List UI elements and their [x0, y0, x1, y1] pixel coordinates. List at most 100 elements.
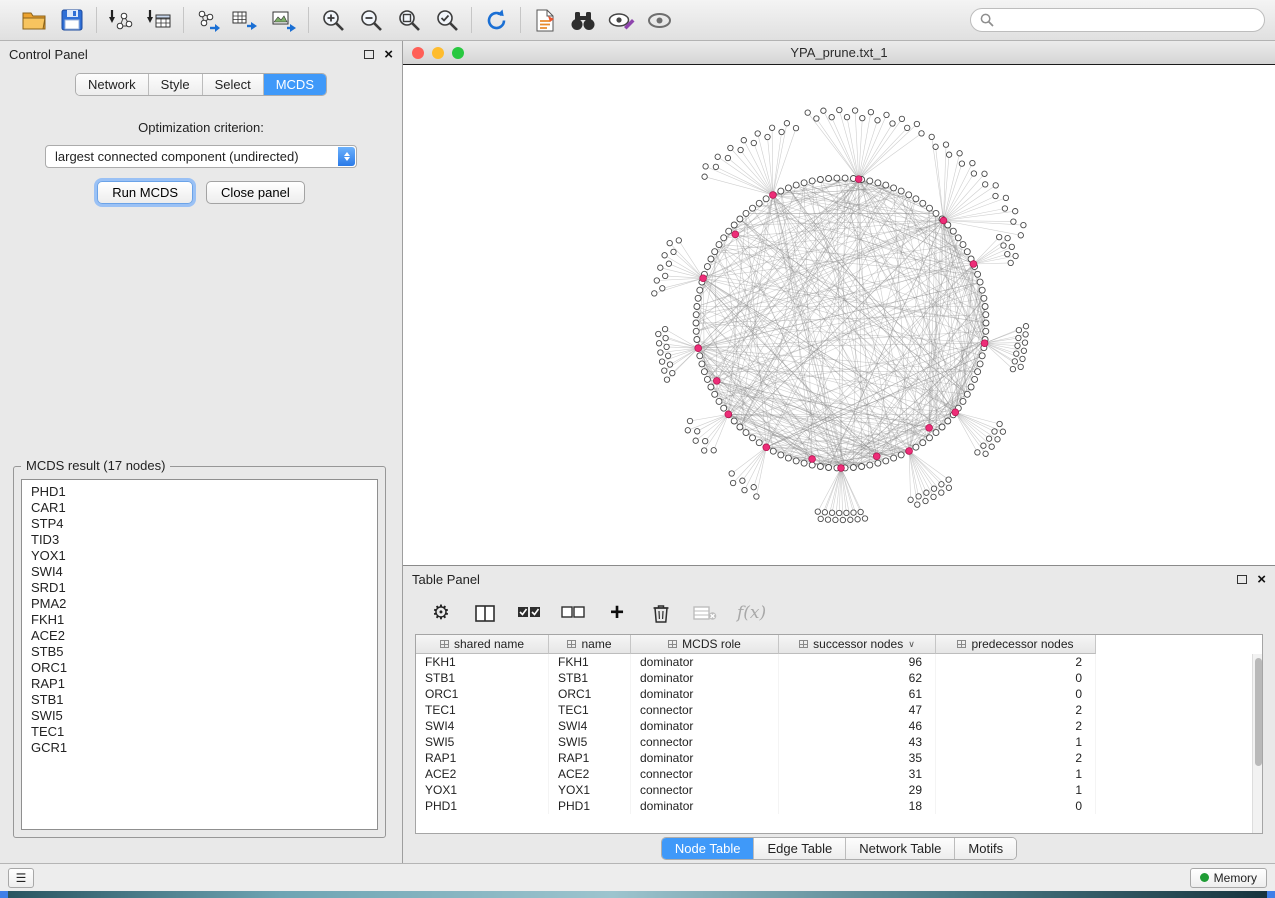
tab-mcds[interactable]: MCDS	[264, 74, 326, 95]
table-row[interactable]: SWI4SWI4dominator462	[416, 718, 1262, 734]
table-cell: SWI4	[416, 718, 549, 734]
zoom-in-icon[interactable]	[318, 5, 348, 35]
select-all-columns-icon[interactable]	[517, 599, 541, 627]
mcds-result-list[interactable]: PHD1CAR1STP4TID3YOX1SWI4SRD1PMA2FKH1ACE2…	[21, 479, 378, 830]
zoom-selected-icon[interactable]	[432, 5, 462, 35]
mcds-list-item[interactable]: STP4	[22, 516, 377, 532]
tab-edge-table[interactable]: Edge Table	[754, 838, 846, 859]
new-network-icon[interactable]	[193, 5, 223, 35]
tab-select[interactable]: Select	[203, 74, 264, 95]
visual-style-eye-icon[interactable]	[606, 5, 636, 35]
function-builder-icon[interactable]: f(x)	[737, 599, 766, 627]
table-vertical-scrollbar[interactable]	[1252, 654, 1262, 833]
table-row[interactable]: ACE2ACE2connector311	[416, 766, 1262, 782]
memory-button[interactable]: Memory	[1190, 868, 1267, 888]
network-canvas[interactable]	[403, 65, 1275, 565]
table-row[interactable]: PHD1PHD1dominator180	[416, 798, 1262, 814]
column-header-name[interactable]: name	[549, 635, 631, 654]
mcds-list-item[interactable]: CAR1	[22, 500, 377, 516]
close-panel-button[interactable]: Close panel	[206, 181, 305, 204]
table-cell: connector	[631, 782, 779, 798]
zoom-group	[309, 5, 471, 35]
table-cell: connector	[631, 734, 779, 750]
deselect-all-columns-icon[interactable]	[561, 599, 585, 627]
column-header-successor-nodes[interactable]: successor nodes∨	[779, 635, 936, 654]
application-window: Control Panel × NetworkStyleSelectMCDS O…	[0, 0, 1275, 898]
network-group	[184, 5, 308, 35]
table-cell: PHD1	[416, 798, 549, 814]
float-table-panel-icon[interactable]	[1237, 575, 1247, 584]
mcds-list-item[interactable]: SRD1	[22, 580, 377, 596]
close-window-icon[interactable]	[412, 47, 424, 59]
mcds-list-item[interactable]: TEC1	[22, 724, 377, 740]
table-body: FKH1FKH1dominator962STB1STB1dominator620…	[416, 654, 1262, 814]
mcds-list-item[interactable]: PMA2	[22, 596, 377, 612]
task-history-button[interactable]: ☰	[8, 868, 34, 888]
column-header-shared-name[interactable]: shared name	[416, 635, 549, 654]
close-table-panel-icon[interactable]: ×	[1257, 572, 1266, 587]
find-binoculars-icon[interactable]	[568, 5, 598, 35]
tab-motifs[interactable]: Motifs	[955, 838, 1016, 859]
delete-column-icon[interactable]	[649, 599, 673, 627]
float-panel-icon[interactable]	[364, 50, 374, 59]
column-header-MCDS-role[interactable]: MCDS role	[631, 635, 779, 654]
table-row[interactable]: YOX1YOX1connector291	[416, 782, 1262, 798]
mcds-list-item[interactable]: YOX1	[22, 548, 377, 564]
table-header-row: shared namenameMCDS rolesuccessor nodes∨…	[416, 635, 1262, 654]
tab-node-table[interactable]: Node Table	[662, 838, 755, 859]
mcds-list-item[interactable]: ACE2	[22, 628, 377, 644]
tab-network[interactable]: Network	[76, 74, 149, 95]
table-cell: dominator	[631, 686, 779, 702]
save-session-icon[interactable]	[57, 5, 87, 35]
table-row[interactable]: RAP1RAP1dominator352	[416, 750, 1262, 766]
table-cell: FKH1	[416, 654, 549, 670]
eye-icon[interactable]	[644, 5, 674, 35]
network-from-table-icon[interactable]	[231, 5, 261, 35]
minimize-window-icon[interactable]	[432, 47, 444, 59]
mcds-list-item[interactable]: RAP1	[22, 676, 377, 692]
mcds-list-item[interactable]: SWI5	[22, 708, 377, 724]
table-cell: ORC1	[416, 686, 549, 702]
import-table-icon[interactable]	[144, 5, 174, 35]
delete-table-icon-disabled[interactable]	[693, 599, 717, 627]
mcds-list-item[interactable]: STB1	[22, 692, 377, 708]
mcds-list-item[interactable]: STB5	[22, 644, 377, 660]
close-panel-icon[interactable]: ×	[384, 47, 393, 62]
optimization-dropdown-value: largest connected component (undirected)	[55, 149, 299, 164]
table-cell: 35	[779, 750, 936, 766]
run-mcds-button[interactable]: Run MCDS	[97, 181, 193, 204]
mcds-list-item[interactable]: FKH1	[22, 612, 377, 628]
show-columns-icon[interactable]	[473, 599, 497, 627]
create-column-icon[interactable]: +	[605, 599, 629, 627]
table-cell: dominator	[631, 798, 779, 814]
import-network-icon[interactable]	[106, 5, 136, 35]
tab-network-table[interactable]: Network Table	[846, 838, 955, 859]
maximize-window-icon[interactable]	[452, 47, 464, 59]
mcds-list-item[interactable]: SWI4	[22, 564, 377, 580]
refresh-icon[interactable]	[481, 5, 511, 35]
tab-style[interactable]: Style	[149, 74, 203, 95]
optimization-dropdown[interactable]: largest connected component (undirected)	[45, 145, 357, 168]
search-input[interactable]	[999, 13, 1255, 27]
mcds-list-item[interactable]: ORC1	[22, 660, 377, 676]
network-view-window: YPA_prune.txt_1	[403, 41, 1275, 566]
table-settings-gear-icon[interactable]: ⚙	[429, 599, 453, 627]
table-row[interactable]: SWI5SWI5connector431	[416, 734, 1262, 750]
zoom-out-icon[interactable]	[356, 5, 386, 35]
dropdown-stepper-icon	[338, 147, 355, 166]
table-row[interactable]: ORC1ORC1dominator610	[416, 686, 1262, 702]
mcds-list-item[interactable]: TID3	[22, 532, 377, 548]
table-row[interactable]: TEC1TEC1connector472	[416, 702, 1262, 718]
table-row[interactable]: FKH1FKH1dominator962	[416, 654, 1262, 670]
search-box[interactable]	[970, 8, 1265, 32]
export-image-icon[interactable]	[269, 5, 299, 35]
mcds-list-item[interactable]: PHD1	[22, 484, 377, 500]
column-header-predecessor-nodes[interactable]: predecessor nodes	[936, 635, 1096, 654]
scrollbar-thumb[interactable]	[1255, 658, 1262, 766]
status-bar: ☰ Memory	[0, 863, 1275, 891]
table-row[interactable]: STB1STB1dominator620	[416, 670, 1262, 686]
open-session-folder-icon[interactable]	[19, 5, 49, 35]
export-document-icon[interactable]	[530, 5, 560, 35]
mcds-list-item[interactable]: GCR1	[22, 740, 377, 756]
zoom-fit-icon[interactable]	[394, 5, 424, 35]
